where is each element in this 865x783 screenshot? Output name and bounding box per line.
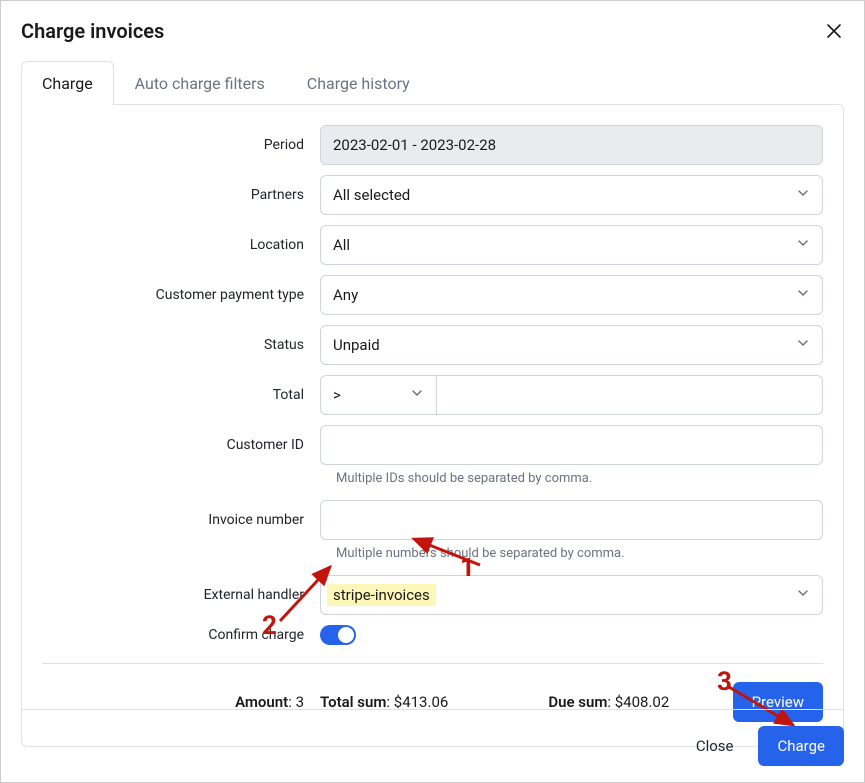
partners-value: All selected	[333, 186, 410, 204]
invoice-number-hint: Multiple numbers should be separated by …	[336, 546, 823, 561]
location-select[interactable]: All	[320, 225, 823, 265]
chevron-down-icon	[796, 336, 810, 354]
period-label: Period	[42, 137, 320, 153]
annotation-number-1: 1	[460, 553, 475, 583]
status-value: Unpaid	[333, 336, 380, 354]
tabs: Charge Auto charge filters Charge histor…	[21, 61, 844, 105]
annotation-number-3: 3	[717, 667, 732, 697]
status-select[interactable]: Unpaid	[320, 325, 823, 365]
total-operator-value: >	[333, 386, 341, 404]
partners-label: Partners	[42, 187, 320, 203]
customer-id-input[interactable]	[320, 425, 823, 465]
chevron-down-icon	[796, 586, 810, 604]
modal-header: Charge invoices	[21, 1, 844, 61]
close-icon[interactable]	[824, 21, 844, 41]
status-label: Status	[42, 337, 320, 353]
total-label: Total	[42, 387, 320, 403]
charge-invoices-modal: Charge invoices Charge Auto charge filte…	[0, 0, 865, 783]
modal-footer: Close Charge	[21, 709, 844, 766]
invoice-number-input[interactable]	[320, 500, 823, 540]
tab-auto-charge-filters[interactable]: Auto charge filters	[114, 61, 286, 105]
modal-title: Charge invoices	[21, 19, 164, 43]
charge-panel: Period 2023-02-01 - 2023-02-28 Partners …	[21, 104, 844, 747]
chevron-down-icon	[796, 236, 810, 254]
external-handler-value: stripe-invoices	[327, 584, 436, 606]
chevron-down-icon	[796, 186, 810, 204]
annotation-number-2: 2	[262, 611, 277, 641]
external-handler-select[interactable]: stripe-invoices	[320, 575, 823, 615]
total-value-input[interactable]	[437, 375, 823, 415]
payment-type-select[interactable]: Any	[320, 275, 823, 315]
chevron-down-icon	[796, 286, 810, 304]
charge-button[interactable]: Charge	[758, 726, 844, 766]
tab-charge[interactable]: Charge	[21, 61, 114, 105]
payment-type-value: Any	[333, 286, 358, 304]
tab-charge-history[interactable]: Charge history	[286, 61, 431, 105]
period-field[interactable]: 2023-02-01 - 2023-02-28	[320, 125, 823, 165]
confirm-charge-toggle[interactable]	[320, 625, 356, 645]
customer-id-hint: Multiple IDs should be separated by comm…	[336, 471, 823, 486]
payment-type-label: Customer payment type	[42, 287, 320, 303]
confirm-charge-label: Confirm charge	[42, 627, 320, 643]
invoice-number-label: Invoice number	[42, 512, 320, 528]
external-handler-label: External handler	[42, 587, 320, 603]
close-button[interactable]: Close	[677, 726, 753, 766]
location-value: All	[333, 236, 350, 254]
location-label: Location	[42, 237, 320, 253]
partners-select[interactable]: All selected	[320, 175, 823, 215]
customer-id-label: Customer ID	[42, 437, 320, 453]
chevron-down-icon	[410, 386, 424, 404]
total-operator-select[interactable]: >	[320, 375, 437, 415]
